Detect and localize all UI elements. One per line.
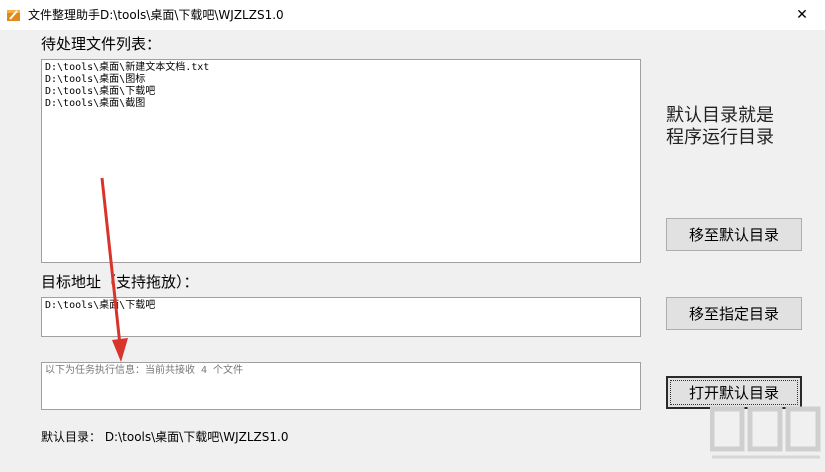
list-item[interactable]: D:\tools\桌面\图标 bbox=[45, 74, 637, 86]
list-item[interactable]: D:\tools\桌面\下载吧 bbox=[45, 86, 637, 98]
window-title: 文件整理助手D:\tools\桌面\下载吧\WJZLZS1.0 bbox=[28, 8, 284, 22]
target-label: 目标地址（支持拖放）： bbox=[41, 273, 199, 291]
list-item[interactable]: D:\tools\桌面\新建文本文档.txt bbox=[45, 62, 637, 74]
hint-line-1: 默认目录就是 bbox=[666, 105, 774, 126]
list-item[interactable]: D:\tools\桌面\截图 bbox=[45, 98, 637, 110]
target-path-value: D:\tools\桌面\下载吧 bbox=[45, 300, 156, 311]
pending-file-list[interactable]: D:\tools\桌面\新建文本文档.txt D:\tools\桌面\图标 D:… bbox=[41, 59, 641, 263]
close-icon: ✕ bbox=[796, 7, 808, 23]
task-info-text: 以下为任务执行信息：当前共接收 4 个文件 bbox=[45, 365, 244, 376]
move-to-specified-button[interactable]: 移至指定目录 bbox=[666, 297, 802, 330]
default-dir-status: 默认目录： D:\tools\桌面\下载吧\WJZLZS1.0 bbox=[41, 430, 289, 444]
hint-line-2: 程序运行目录 bbox=[666, 127, 774, 148]
pending-list-label: 待处理文件列表： bbox=[41, 35, 162, 53]
move-to-default-button[interactable]: 移至默认目录 bbox=[666, 218, 802, 251]
app-icon bbox=[7, 10, 20, 21]
title-bar: 文件整理助手D:\tools\桌面\下载吧\WJZLZS1.0 ✕ bbox=[0, 0, 825, 30]
watermark-logo bbox=[710, 406, 821, 459]
default-dir-hint: 默认目录就是 程序运行目录 bbox=[666, 105, 774, 149]
task-info-box: 以下为任务执行信息：当前共接收 4 个文件 bbox=[41, 362, 641, 410]
target-path-field[interactable]: D:\tools\桌面\下载吧 bbox=[41, 297, 641, 337]
close-button[interactable]: ✕ bbox=[779, 0, 825, 30]
